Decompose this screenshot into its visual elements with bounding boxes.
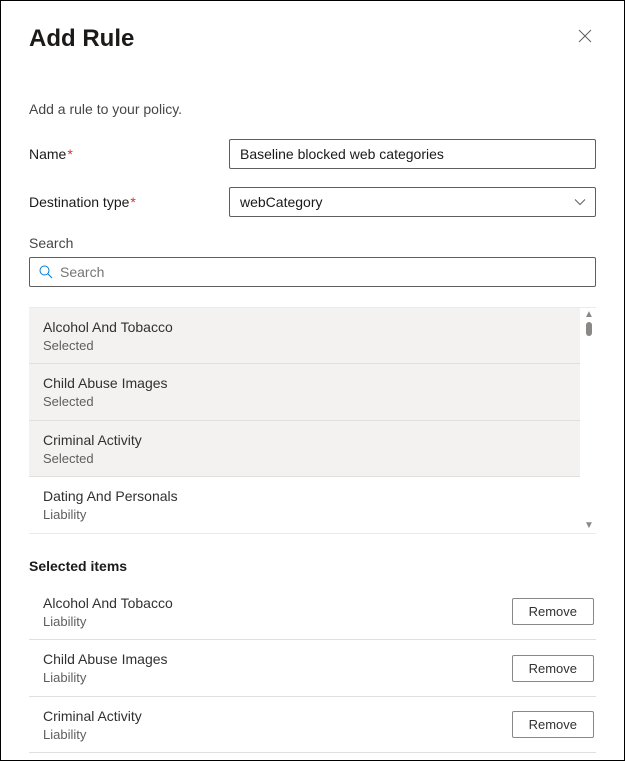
results-list: Alcohol And TobaccoSelectedChild Abuse I…	[29, 307, 596, 534]
selected-item-name: Criminal Activity	[43, 707, 142, 726]
result-row[interactable]: Child Abuse ImagesSelected	[29, 364, 580, 420]
result-status: Liability	[43, 506, 566, 524]
destination-type-label: Destination type*	[29, 194, 229, 210]
selected-items-list: Alcohol And TobaccoLiabilityRemoveChild …	[29, 584, 596, 753]
remove-button[interactable]: Remove	[512, 598, 594, 625]
result-name: Child Abuse Images	[43, 374, 566, 393]
result-name: Alcohol And Tobacco	[43, 318, 566, 337]
selected-row: Child Abuse ImagesLiability Remove	[29, 640, 596, 696]
selected-item-category: Liability	[43, 669, 168, 687]
name-label: Name*	[29, 146, 229, 162]
selected-row: Alcohol And TobaccoLiability Remove	[29, 584, 596, 640]
selected-row: Criminal ActivityLiability Remove	[29, 697, 596, 753]
selected-item-category: Liability	[43, 726, 142, 744]
remove-button[interactable]: Remove	[512, 711, 594, 738]
scrollbar[interactable]: ▲ ▼	[582, 308, 596, 533]
remove-button[interactable]: Remove	[512, 655, 594, 682]
page-title: Add Rule	[29, 25, 134, 53]
search-label: Search	[29, 235, 596, 251]
search-input[interactable]	[60, 264, 587, 280]
result-row[interactable]: Criminal ActivitySelected	[29, 421, 580, 477]
scroll-down-icon: ▼	[584, 519, 594, 533]
result-status: Selected	[43, 450, 566, 468]
close-button[interactable]	[574, 25, 596, 50]
result-name: Dating And Personals	[43, 487, 566, 506]
selected-item-name: Alcohol And Tobacco	[43, 594, 173, 613]
selected-items-header: Selected items	[29, 558, 596, 574]
result-status: Selected	[43, 393, 566, 411]
scroll-up-icon: ▲	[584, 308, 594, 322]
result-status: Selected	[43, 337, 566, 355]
subtitle-text: Add a rule to your policy.	[29, 101, 596, 117]
selected-item-name: Child Abuse Images	[43, 650, 168, 669]
search-box[interactable]	[29, 257, 596, 287]
close-icon	[578, 29, 592, 43]
name-input[interactable]	[229, 139, 596, 169]
result-name: Criminal Activity	[43, 431, 566, 450]
scroll-thumb[interactable]	[586, 322, 592, 336]
destination-type-select[interactable]	[229, 187, 596, 217]
result-row[interactable]: Alcohol And TobaccoSelected	[29, 308, 580, 364]
search-icon	[38, 264, 54, 280]
selected-item-category: Liability	[43, 613, 173, 631]
result-row[interactable]: Dating And PersonalsLiability	[29, 477, 580, 532]
